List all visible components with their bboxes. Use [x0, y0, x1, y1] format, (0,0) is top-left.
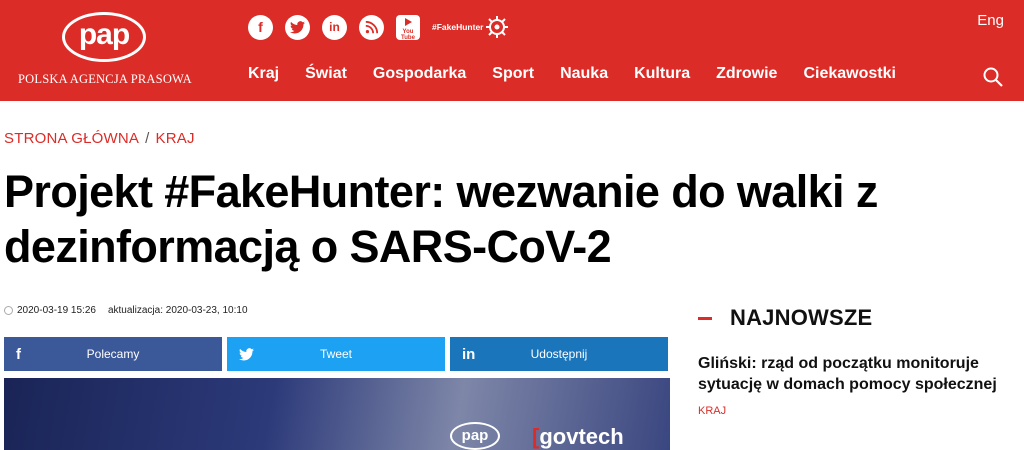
social-links: f in You Tube #FakeHunter	[248, 14, 508, 41]
nav-item-sport[interactable]: Sport	[492, 65, 534, 83]
language-switch[interactable]: Eng	[977, 12, 1004, 29]
site-header: pap POLSKA AGENCJA PRASOWA f in You Tube…	[0, 0, 1024, 101]
breadcrumb-home[interactable]: STRONA GŁÓWNA	[4, 130, 139, 147]
share-bar: f Polecamy Tweet in Udostępnij	[4, 337, 668, 371]
nav-item-ciekawostki[interactable]: Ciekawostki	[803, 65, 895, 83]
nav-item-gospodarka[interactable]: Gospodarka	[373, 65, 466, 83]
breadcrumb-section[interactable]: KRAJ	[156, 130, 195, 147]
fakehunter-link[interactable]: #FakeHunter	[432, 16, 508, 38]
article-title: Projekt #FakeHunter: wezwanie do walki z…	[4, 166, 878, 272]
logo-word: pap	[78, 18, 130, 51]
latest-news-title: NAJNOWSZE	[730, 305, 873, 330]
updated-date: aktualizacja: 2020-03-23, 10:10	[107, 305, 248, 316]
article-meta: 2020-03-19 15:26 aktualizacja: 2020-03-2…	[4, 305, 248, 316]
nav-item-swiat[interactable]: Świat	[305, 65, 347, 83]
linkedin-icon: in	[462, 345, 476, 363]
facebook-share-label: Polecamy	[86, 347, 140, 361]
facebook-icon[interactable]: f	[248, 14, 273, 40]
linkedin-icon[interactable]: in	[322, 14, 347, 40]
youtube-icon[interactable]: You Tube	[396, 14, 420, 41]
facebook-share-button[interactable]: f Polecamy	[4, 337, 222, 371]
nav-item-nauka[interactable]: Nauka	[560, 65, 608, 83]
clock-icon	[4, 306, 13, 315]
twitter-icon[interactable]	[285, 14, 310, 40]
latest-news-item-title[interactable]: Gliński: rząd od początku monitoruje syt…	[698, 353, 1008, 395]
latest-news-item-tag[interactable]: KRAJ	[698, 405, 726, 417]
rss-icon[interactable]	[359, 14, 384, 40]
govtech-label: govtech	[539, 424, 624, 449]
section-accent-dash	[698, 316, 712, 320]
hero-pap-logo: pap	[450, 422, 500, 450]
nav-item-kultura[interactable]: Kultura	[634, 65, 690, 83]
tweet-button[interactable]: Tweet	[227, 337, 445, 371]
main-nav: Kraj Świat Gospodarka Sport Nauka Kultur…	[248, 65, 922, 83]
fakehunter-icon	[485, 16, 508, 38]
published-date: 2020-03-19 15:26	[17, 305, 96, 316]
nav-item-zdrowie[interactable]: Zdrowie	[716, 65, 777, 83]
facebook-icon: f	[16, 345, 21, 363]
article-hero-image: pap [govtech	[4, 378, 670, 450]
fakehunter-label: #FakeHunter	[432, 22, 484, 32]
hero-govtech-logo: [govtech	[532, 424, 624, 450]
tweet-label: Tweet	[319, 347, 352, 361]
breadcrumb-separator: /	[145, 130, 150, 147]
logo-subtitle: POLSKA AGENCJA PRASOWA	[18, 72, 192, 86]
nav-item-kraj[interactable]: Kraj	[248, 65, 279, 83]
linkedin-share-label: Udostępnij	[530, 347, 588, 361]
latest-news-header: NAJNOWSZE	[698, 305, 872, 331]
linkedin-share-button[interactable]: in Udostępnij	[450, 337, 668, 371]
search-icon[interactable]	[983, 67, 1003, 87]
twitter-icon	[239, 337, 254, 371]
pap-logo[interactable]: pap POLSKA AGENCJA PRASOWA	[18, 10, 192, 90]
breadcrumb: STRONA GŁÓWNA / KRAJ	[4, 130, 195, 147]
